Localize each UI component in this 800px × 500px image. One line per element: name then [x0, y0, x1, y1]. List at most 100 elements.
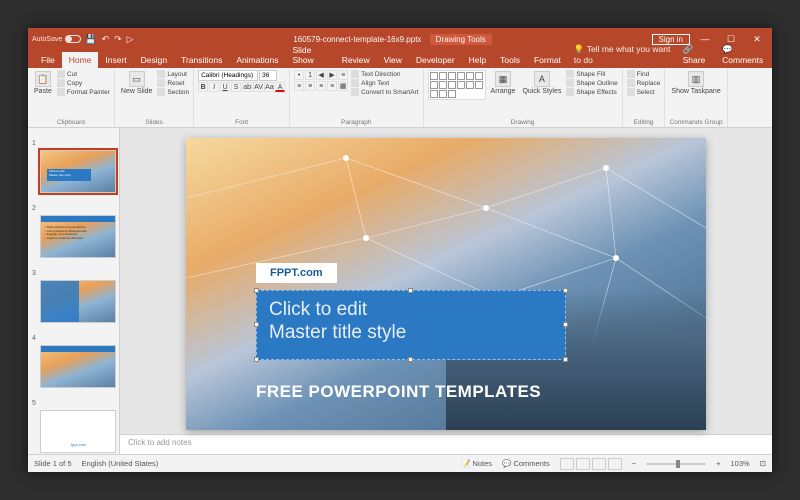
- line-spacing-button[interactable]: ≡: [338, 70, 348, 80]
- resize-handle[interactable]: [408, 357, 413, 362]
- tab-slideshow[interactable]: Slide Show: [285, 42, 334, 68]
- font-color-button[interactable]: A: [275, 82, 285, 92]
- thumbnail-5[interactable]: 5fppt.com: [32, 392, 115, 453]
- shadow-button[interactable]: ab: [242, 82, 252, 92]
- comments-button[interactable]: 💬 Comments: [717, 41, 772, 68]
- styles-icon: A: [534, 71, 550, 87]
- start-slideshow-icon[interactable]: ▷: [127, 34, 134, 45]
- case-button[interactable]: Aa: [264, 82, 274, 92]
- shape-outline-button[interactable]: Shape Outline: [566, 79, 617, 87]
- tab-home[interactable]: Home: [62, 52, 99, 68]
- thumbnail-4[interactable]: 4: [32, 327, 115, 388]
- italic-button[interactable]: I: [209, 82, 219, 92]
- align-center-button[interactable]: ≡: [305, 81, 315, 91]
- tab-design[interactable]: Design: [134, 52, 174, 68]
- shape-fill-button[interactable]: Shape Fill: [566, 70, 617, 78]
- tab-animations[interactable]: Animations: [229, 52, 285, 68]
- tab-help[interactable]: Help: [462, 52, 493, 68]
- thumbnail-2[interactable]: 2• Make Effective Presentations• Using A…: [32, 197, 115, 258]
- format-painter-button[interactable]: Format Painter: [57, 88, 110, 96]
- font-size-input[interactable]: [259, 70, 277, 81]
- resize-handle[interactable]: [408, 288, 413, 293]
- bullets-button[interactable]: •: [294, 70, 304, 80]
- smartart-button[interactable]: Convert to SmartArt: [351, 88, 418, 96]
- columns-button[interactable]: ▦: [338, 81, 348, 91]
- replace-button[interactable]: Replace: [627, 79, 661, 87]
- indent-dec-button[interactable]: ◀: [316, 70, 326, 80]
- reading-view-button[interactable]: [592, 458, 606, 470]
- tab-developer[interactable]: Developer: [409, 52, 462, 68]
- text-direction-button[interactable]: Text Direction: [351, 70, 418, 78]
- group-label: Font: [198, 118, 285, 126]
- taskpane-icon: ▥: [688, 71, 704, 87]
- slideshow-view-button[interactable]: [608, 458, 622, 470]
- group-paragraph: •1 ◀▶ ≡ ≡≡ ≡≡ ▦ Text Direction Align Tex…: [290, 68, 423, 127]
- zoom-slider[interactable]: [646, 463, 706, 465]
- slide-counter[interactable]: Slide 1 of 5: [34, 459, 72, 468]
- section-button[interactable]: Section: [157, 88, 189, 96]
- zoom-level[interactable]: 103%: [731, 459, 750, 468]
- align-text-button[interactable]: Align Text: [351, 79, 418, 87]
- select-button[interactable]: Select: [627, 88, 661, 96]
- zoom-in-button[interactable]: +: [716, 459, 720, 468]
- title-placeholder[interactable]: Click to edit Master title style: [256, 290, 566, 360]
- layout-button[interactable]: Layout: [157, 70, 189, 78]
- resize-handle[interactable]: [254, 322, 259, 327]
- arrange-button[interactable]: ▦Arrange: [489, 70, 518, 96]
- strike-button[interactable]: S: [231, 82, 241, 92]
- underline-button[interactable]: U: [220, 82, 230, 92]
- redo-icon[interactable]: ↷: [114, 34, 122, 45]
- copy-button[interactable]: Copy: [57, 79, 110, 87]
- smartart-icon: [351, 88, 359, 96]
- tab-file[interactable]: File: [34, 52, 62, 68]
- indent-inc-button[interactable]: ▶: [327, 70, 337, 80]
- group-editing: Find Replace Select Editing: [623, 68, 666, 127]
- spacing-button[interactable]: AV: [253, 82, 263, 92]
- fit-to-window-button[interactable]: ⊡: [760, 459, 766, 468]
- paste-button[interactable]: 📋Paste: [32, 70, 54, 96]
- font-name-input[interactable]: [198, 70, 258, 81]
- shape-effects-button[interactable]: Shape Effects: [566, 88, 617, 96]
- resize-handle[interactable]: [254, 357, 259, 362]
- numbering-button[interactable]: 1: [305, 70, 315, 80]
- find-button[interactable]: Find: [627, 70, 661, 78]
- new-slide-button[interactable]: ▭New Slide: [119, 70, 155, 96]
- reset-button[interactable]: Reset: [157, 79, 189, 87]
- save-icon[interactable]: 💾: [85, 34, 96, 45]
- tab-format[interactable]: Format: [527, 52, 568, 68]
- align-right-button[interactable]: ≡: [316, 81, 326, 91]
- resize-handle[interactable]: [563, 357, 568, 362]
- section-icon: [157, 88, 165, 96]
- shapes-gallery[interactable]: [428, 70, 486, 100]
- notes-pane[interactable]: Click to add notes: [120, 434, 772, 454]
- normal-view-button[interactable]: [560, 458, 574, 470]
- thumbnail-1[interactable]: 1Click to editMaster title style: [32, 132, 115, 193]
- resize-handle[interactable]: [254, 288, 259, 293]
- show-taskpane-button[interactable]: ▥Show Taskpane: [669, 70, 722, 96]
- comments-toggle[interactable]: 💬 Comments: [502, 459, 550, 468]
- tell-me-search[interactable]: 💡 Tell me what you want to do: [568, 41, 678, 68]
- language-indicator[interactable]: English (United States): [82, 459, 159, 468]
- justify-button[interactable]: ≡: [327, 81, 337, 91]
- tab-review[interactable]: Review: [335, 52, 377, 68]
- zoom-out-button[interactable]: −: [632, 459, 636, 468]
- status-bar: Slide 1 of 5 English (United States) 📝 N…: [28, 454, 772, 472]
- autosave-toggle[interactable]: AutoSave: [32, 35, 81, 43]
- tab-tools[interactable]: Tools: [493, 52, 527, 68]
- align-left-button[interactable]: ≡: [294, 81, 304, 91]
- cut-button[interactable]: Cut: [57, 70, 110, 78]
- resize-handle[interactable]: [563, 322, 568, 327]
- notes-toggle[interactable]: 📝 Notes: [461, 459, 492, 468]
- view-buttons: [560, 458, 622, 470]
- tab-view[interactable]: View: [377, 52, 409, 68]
- quick-styles-button[interactable]: AQuick Styles: [520, 70, 563, 96]
- undo-icon[interactable]: ↶: [102, 34, 110, 45]
- tab-insert[interactable]: Insert: [98, 52, 133, 68]
- slide-canvas[interactable]: FPPT.com Click to edit Master title styl…: [120, 128, 772, 434]
- share-button[interactable]: 🔗 Share: [678, 41, 718, 68]
- tab-transitions[interactable]: Transitions: [174, 52, 229, 68]
- resize-handle[interactable]: [563, 288, 568, 293]
- sorter-view-button[interactable]: [576, 458, 590, 470]
- thumbnail-3[interactable]: 3: [32, 262, 115, 323]
- bold-button[interactable]: B: [198, 82, 208, 92]
